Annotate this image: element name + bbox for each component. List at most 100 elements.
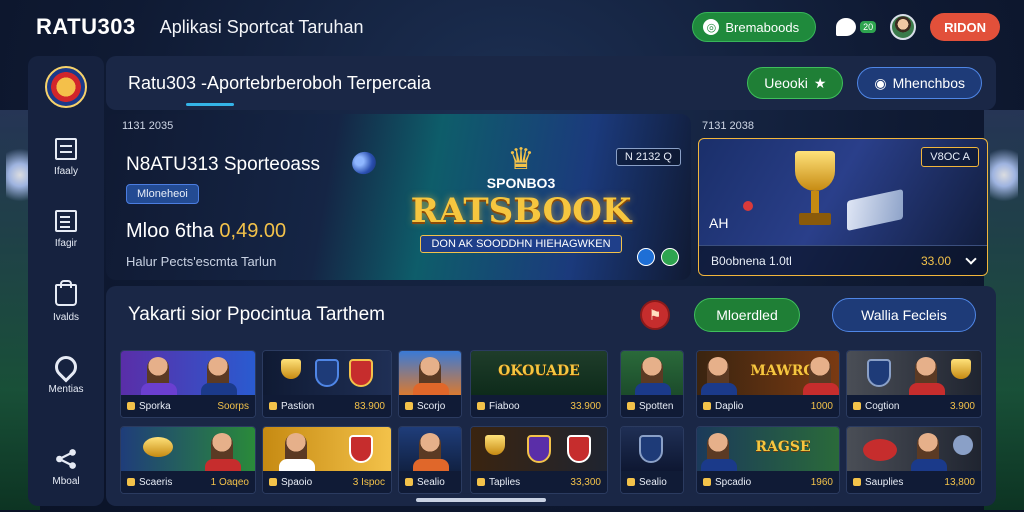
right-date: 7131 2038 [702, 120, 754, 132]
header-blue-button[interactable]: ◉ Mhenchbos [857, 67, 982, 99]
game-card-amount: 3 Ispoc [352, 476, 385, 488]
trophy-card-badge: V8OC A [921, 147, 979, 167]
recycle-icon[interactable] [637, 248, 655, 266]
header-blue-label: Mhenchbos [892, 75, 965, 91]
hero-chip[interactable]: Mloneheoi [126, 184, 199, 204]
hero-subtitle: Halur Pects'escmta Tarlun [126, 254, 277, 269]
game-card-amount: Soorps [217, 400, 249, 412]
star-icon: ★ [813, 74, 827, 91]
logo-ribbon: DON AK SOODDHN HIEHAGWKEN [420, 235, 622, 253]
logo-top-text: SPONBO3 [486, 175, 556, 191]
trophy-footer-amount: 33.00 [920, 253, 951, 268]
flag-icon [847, 189, 903, 231]
share-icon [56, 449, 76, 469]
game-card-amount: 33,300 [570, 476, 601, 488]
sidebar-item-label: Mboal [52, 476, 80, 487]
game-card[interactable]: Sealio [398, 426, 462, 494]
game-card-label: Taplies [489, 476, 521, 488]
game-card-label: Pastion [281, 400, 315, 412]
crown-icon: ♛ [507, 143, 535, 176]
red-ball-icon [743, 201, 753, 211]
plus-icon[interactable] [661, 248, 679, 266]
horizontal-scrollbar[interactable] [416, 498, 546, 502]
game-card[interactable]: Scorjo [398, 350, 462, 418]
sidebar-logo[interactable] [45, 66, 87, 108]
trophy-icon [785, 151, 845, 237]
list-icon [55, 138, 77, 160]
game-card-amount: 83.900 [354, 400, 385, 412]
sidebar-item-label: Ivalds [52, 312, 80, 323]
main-content: Ratu303 -Aportebrberoboh Terpercaia Ueoo… [106, 56, 996, 506]
header-green-button[interactable]: Ueooki ★ [747, 67, 844, 99]
game-card-label: Scorjo [417, 400, 446, 412]
game-card[interactable]: MAWRO Daplio 1000 [696, 350, 840, 418]
trophy-card[interactable]: V8OC A AH B0obnena 1.0tl 33.00 [698, 138, 988, 276]
title-underline [186, 103, 234, 106]
sidebar-item-2[interactable]: Ifagir [55, 210, 77, 249]
game-card-label: Spcadio [715, 476, 752, 488]
sidebar-item-4[interactable]: Mentias [48, 351, 84, 395]
game-card-wordmark: OKOUADE [498, 363, 580, 379]
game-card-label: Scaeris [139, 476, 173, 488]
game-card-label: Sealio [417, 476, 445, 488]
top-right-actions: ◎ Bremaboods 20 RIDON [692, 12, 1000, 42]
game-card-label: Spotten [639, 400, 674, 412]
hero-price-value: 0,49.00 [219, 220, 287, 242]
sidebar-item-label: Mentias [48, 384, 84, 395]
hero-date: 1131 2035 [122, 120, 174, 132]
coin-icon: ◉ [874, 74, 887, 91]
trophy-footer-label: B0obnena 1.0tl [711, 253, 792, 268]
header-green-label: Ueooki [764, 75, 808, 91]
sidebar-item-label: Ifagir [54, 238, 78, 249]
chat-icon [836, 18, 857, 36]
app-icon: ◎ [703, 19, 720, 35]
hero-banner[interactable]: 1131 2035 N8ATU313 Sporteoass Mloneheoi … [106, 114, 691, 280]
page-header: Ratu303 -Aportebrberoboh Terpercaia Ueoo… [106, 56, 996, 110]
sidebar: Ifaaly Ifagir Ivalds Mentias Mboal [28, 56, 104, 506]
game-card[interactable]: Spotten [620, 350, 684, 418]
hero-mini-icons [637, 248, 679, 266]
trophy-card-footer[interactable]: B0obnena 1.0tl 33.00 [699, 245, 987, 275]
game-card-label: Sporka [139, 400, 171, 412]
header-actions: Ueooki ★ ◉ Mhenchbos [747, 67, 982, 99]
game-card[interactable]: Scaeris 1 Oaqeo [120, 426, 256, 494]
games-panel-title: Yakarti sior Ppocintua Tarthem [128, 304, 385, 325]
chat-button[interactable]: 20 [836, 18, 877, 36]
game-card-amount: 1000 [810, 400, 833, 412]
app-download-label: Bremaboods [725, 19, 800, 35]
sidebar-item-5[interactable]: Mboal [52, 448, 80, 487]
sidebar-item-3[interactable]: Ivalds [52, 280, 80, 323]
chevron-down-icon[interactable] [965, 252, 977, 265]
game-card[interactable]: Taplies 33,300 [470, 426, 608, 494]
ball-icon [348, 148, 380, 178]
sidebar-item-1[interactable]: Ifaaly [54, 138, 78, 177]
game-card-amount: 3.900 [949, 400, 975, 412]
logo-brand-text: RATSBOOK [410, 191, 632, 231]
game-card[interactable]: OKOUADE Fiaboo 33.900 [470, 350, 608, 418]
tagline: Aplikasi Sportcat Taruhan [159, 16, 364, 37]
game-card[interactable]: Sauplies 13,800 [846, 426, 982, 494]
game-card-label: Spaoio [281, 476, 313, 488]
soccer-player-icon[interactable]: ⚑ [640, 300, 670, 330]
game-card[interactable]: Pastion 83.900 [262, 350, 392, 418]
game-grid: Sporka Soorps Pastion 83.900 Scorjo OKOUAD… [120, 350, 982, 500]
game-card[interactable]: Sporka Soorps [120, 350, 256, 418]
brand-logo-text[interactable]: RATU303 [36, 14, 136, 40]
game-card[interactable]: Cogtion 3.900 [846, 350, 982, 418]
app-download-button[interactable]: ◎ Bremaboods [692, 12, 817, 42]
ratsbook-logo: ♛ SPONBO3 RATSBOOK DON AK SOODDHN HIEHAG… [406, 144, 636, 254]
game-card[interactable]: Spaoio 3 Ispoc [262, 426, 392, 494]
game-card[interactable]: RAGSE Spcadio 1960 [696, 426, 840, 494]
games-panel: Yakarti sior Ppocintua Tarthem ⚑ Mloerdl… [106, 286, 996, 506]
avatar[interactable] [890, 14, 917, 40]
game-card-amount: 1960 [810, 476, 833, 488]
game-card-label: Fiaboo [489, 400, 520, 412]
game-card-wordmark: RAGSE [755, 439, 811, 455]
signup-button[interactable]: RIDON [930, 13, 1000, 41]
trophy-card-code: AH [709, 215, 729, 231]
game-card[interactable]: Sealio [620, 426, 684, 494]
games-green-button[interactable]: Mloerdled [694, 298, 800, 332]
games-blue-button[interactable]: Wallia Fecleis [832, 298, 976, 332]
hero-row: 1131 2035 N8ATU313 Sporteoass Mloneheoi … [106, 114, 996, 280]
page-title: Ratu303 -Aportebrberoboh Terpercaia [128, 72, 431, 93]
